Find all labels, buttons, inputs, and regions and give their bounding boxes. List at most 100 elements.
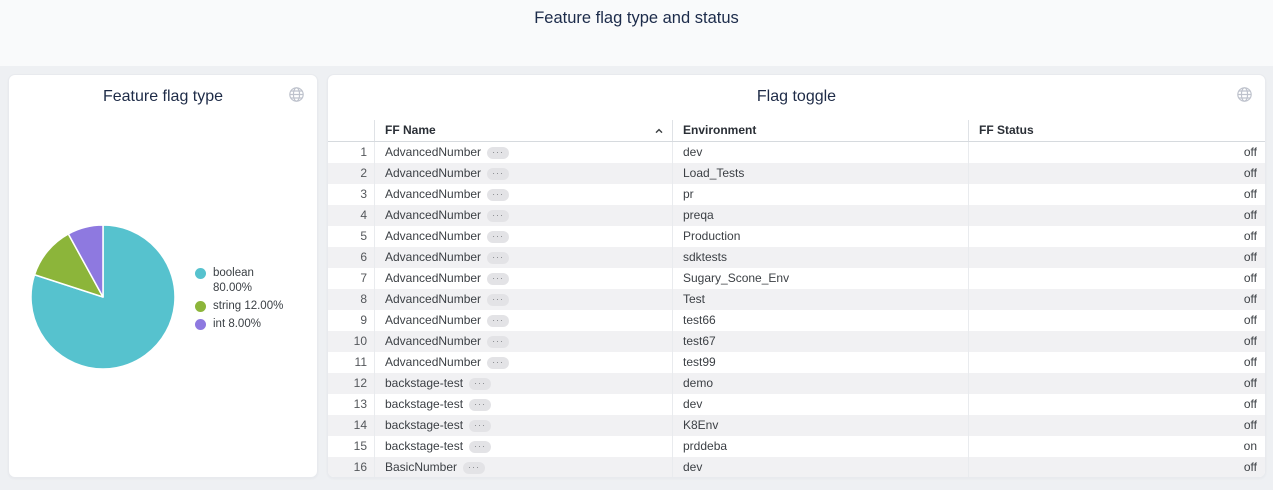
cell-ff-status: off [969, 163, 1265, 184]
table-row: 10 AdvancedNumber ··· test67off [328, 331, 1265, 352]
cell-ff-name: AdvancedNumber ··· [375, 268, 673, 289]
cell-environment: dev [673, 457, 969, 478]
cell-environment: K8Env [673, 415, 969, 436]
ellipsis-pill[interactable]: ··· [469, 399, 491, 411]
cell-ff-name: backstage-test ··· [375, 373, 673, 394]
cell-ff-name: backstage-test ··· [375, 436, 673, 457]
ff-name-text: AdvancedNumber [385, 268, 481, 289]
cell-ff-name: AdvancedNumber··· [375, 142, 673, 163]
cell-ff-status: off [969, 184, 1265, 205]
table-row: 15backstage-test···prddebaon [328, 436, 1265, 457]
cell-row-number: 11 [328, 352, 375, 373]
legend-item-string[interactable]: string 12.00% [195, 299, 283, 314]
ff-name-text: backstage-test [385, 373, 463, 394]
cell-ff-status: off [969, 352, 1265, 373]
table-row: 5AdvancedNumber···Productionoff [328, 226, 1265, 247]
pie-panel-title: Feature flag type [9, 75, 317, 118]
dashboard-title: Feature flag type and status [0, 9, 1273, 28]
cell-environment: preqa [673, 205, 969, 226]
cell-environment: test66 [673, 310, 969, 331]
panel-feature-flag-type: Feature flag type boolean 80.00% string 1… [8, 74, 318, 478]
cell-ff-status: off [969, 331, 1265, 352]
ellipsis-pill[interactable]: ··· [487, 210, 509, 222]
cell-row-number: 7 [328, 268, 375, 289]
ellipsis-pill[interactable]: ··· [487, 294, 509, 306]
cell-row-number: 15 [328, 436, 375, 457]
cell-ff-status: off [969, 457, 1265, 478]
cell-ff-status: off [969, 247, 1265, 268]
pie-chart [28, 222, 178, 372]
cell-ff-status: off [969, 373, 1265, 394]
ellipsis-pill[interactable]: ··· [487, 315, 509, 327]
cell-row-number: 2 [328, 163, 375, 184]
cell-environment: pr [673, 184, 969, 205]
cell-ff-name: backstage-test··· [375, 415, 673, 436]
header-ff-status[interactable]: FF Status [969, 120, 1265, 141]
cell-ff-status: off [969, 226, 1265, 247]
legend-item-boolean[interactable]: boolean 80.00% [195, 266, 283, 296]
ellipsis-pill[interactable]: ··· [469, 420, 491, 432]
header-ff-status-label: FF Status [979, 123, 1034, 137]
table-row: 16BasicNumber···devoff [328, 457, 1265, 478]
legend-item-int[interactable]: int 8.00% [195, 317, 283, 332]
cell-ff-status: off [969, 142, 1265, 163]
cell-ff-status: off [969, 394, 1265, 415]
header-environment[interactable]: Environment [673, 120, 969, 141]
legend-label: int 8.00% [213, 317, 261, 332]
table-row: 1AdvancedNumber···devoff [328, 142, 1265, 163]
table-row: 13 backstage-test ··· devoff [328, 394, 1265, 415]
table-row: 4AdvancedNumber···preqaoff [328, 205, 1265, 226]
ff-name-text: AdvancedNumber [385, 226, 481, 247]
globe-icon[interactable] [1236, 86, 1253, 103]
ellipsis-pill[interactable]: ··· [487, 147, 509, 159]
table-row: 14backstage-test···K8Envoff [328, 415, 1265, 436]
cell-row-number: 10 [328, 331, 375, 352]
cell-row-number: 13 [328, 394, 375, 415]
globe-icon[interactable] [288, 86, 305, 103]
ellipsis-pill[interactable]: ··· [487, 273, 509, 285]
table-row: 3AdvancedNumber···proff [328, 184, 1265, 205]
cell-environment: test99 [673, 352, 969, 373]
cell-environment: sdktests [673, 247, 969, 268]
ff-name-text: AdvancedNumber [385, 310, 481, 331]
legend-color-dot [195, 319, 206, 330]
cell-ff-status: off [969, 268, 1265, 289]
cell-environment: dev [673, 394, 969, 415]
cell-ff-name: backstage-test ··· [375, 394, 673, 415]
ellipsis-pill[interactable]: ··· [487, 336, 509, 348]
cell-environment: prddeba [673, 436, 969, 457]
cell-environment: Sugary_Scone_Env [673, 268, 969, 289]
cell-row-number: 12 [328, 373, 375, 394]
ff-name-text: backstage-test [385, 394, 463, 415]
ff-name-text: AdvancedNumber [385, 352, 481, 373]
cell-ff-name: AdvancedNumber ··· [375, 310, 673, 331]
cell-row-number: 1 [328, 142, 375, 163]
ellipsis-pill[interactable]: ··· [487, 357, 509, 369]
cell-ff-name: AdvancedNumber··· [375, 247, 673, 268]
ellipsis-pill[interactable]: ··· [487, 252, 509, 264]
cell-ff-name: AdvancedNumber··· [375, 205, 673, 226]
ellipsis-pill[interactable]: ··· [487, 189, 509, 201]
ff-name-text: AdvancedNumber [385, 331, 481, 352]
header-ff-name[interactable]: FF Name [375, 120, 673, 141]
ellipsis-pill[interactable]: ··· [463, 462, 485, 474]
ellipsis-pill[interactable]: ··· [469, 378, 491, 390]
header-ff-name-label: FF Name [385, 120, 436, 141]
cell-ff-status: off [969, 205, 1265, 226]
table-row: 12backstage-test···demooff [328, 373, 1265, 394]
sort-ascending-icon[interactable] [654, 126, 664, 136]
cell-environment: Test [673, 289, 969, 310]
cell-ff-name: AdvancedNumber ··· [375, 331, 673, 352]
ff-name-text: backstage-test [385, 436, 463, 457]
cell-environment: test67 [673, 331, 969, 352]
table-header-row: FF Name Environment FF Status [328, 120, 1265, 142]
cell-ff-status: off [969, 415, 1265, 436]
ellipsis-pill[interactable]: ··· [487, 231, 509, 243]
cell-environment: Load_Tests [673, 163, 969, 184]
ff-name-text: AdvancedNumber [385, 163, 481, 184]
cell-row-number: 5 [328, 226, 375, 247]
ff-name-text: AdvancedNumber [385, 184, 481, 205]
ellipsis-pill[interactable]: ··· [469, 441, 491, 453]
ellipsis-pill[interactable]: ··· [487, 168, 509, 180]
pie-legend: boolean 80.00% string 12.00% int 8.00% [195, 266, 283, 332]
